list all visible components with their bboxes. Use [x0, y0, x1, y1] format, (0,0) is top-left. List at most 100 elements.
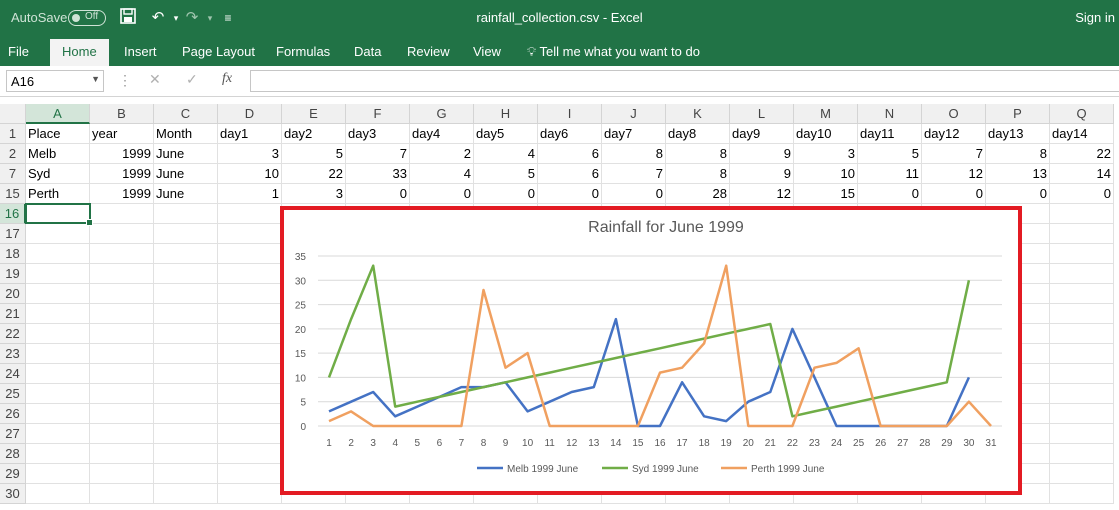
cell-a18[interactable]: [26, 244, 90, 264]
cell-d21[interactable]: [218, 304, 282, 324]
row-header-22[interactable]: 22: [0, 324, 26, 344]
cell-q22[interactable]: [1050, 324, 1114, 344]
row-header-15[interactable]: 15: [0, 184, 26, 204]
cell-p15[interactable]: 0: [986, 184, 1050, 204]
row-header-16[interactable]: 16: [0, 204, 26, 224]
cell-c19[interactable]: [154, 264, 218, 284]
cell-i7[interactable]: 6: [538, 164, 602, 184]
column-header-b[interactable]: B: [90, 104, 154, 124]
cell-d18[interactable]: [218, 244, 282, 264]
cell-b26[interactable]: [90, 404, 154, 424]
cell-q25[interactable]: [1050, 384, 1114, 404]
cell-d7[interactable]: 10: [218, 164, 282, 184]
cell-m15[interactable]: 15: [794, 184, 858, 204]
cell-h15[interactable]: 0: [474, 184, 538, 204]
cell-b1[interactable]: year: [90, 124, 154, 144]
select-all-corner[interactable]: [0, 104, 26, 124]
cell-k1[interactable]: day8: [666, 124, 730, 144]
cell-b25[interactable]: [90, 384, 154, 404]
cell-d28[interactable]: [218, 444, 282, 464]
tab-review[interactable]: Review: [407, 44, 450, 59]
cell-d22[interactable]: [218, 324, 282, 344]
cell-m2[interactable]: 3: [794, 144, 858, 164]
row-header-23[interactable]: 23: [0, 344, 26, 364]
column-header-k[interactable]: K: [666, 104, 730, 124]
cell-c24[interactable]: [154, 364, 218, 384]
cell-p2[interactable]: 8: [986, 144, 1050, 164]
column-header-g[interactable]: G: [410, 104, 474, 124]
cell-h1[interactable]: day5: [474, 124, 538, 144]
cell-a21[interactable]: [26, 304, 90, 324]
cell-d24[interactable]: [218, 364, 282, 384]
cell-c7[interactable]: June: [154, 164, 218, 184]
cell-c22[interactable]: [154, 324, 218, 344]
cell-c2[interactable]: June: [154, 144, 218, 164]
cell-q19[interactable]: [1050, 264, 1114, 284]
cell-i1[interactable]: day6: [538, 124, 602, 144]
cell-g1[interactable]: day4: [410, 124, 474, 144]
cell-q2[interactable]: 22: [1050, 144, 1114, 164]
cell-a25[interactable]: [26, 384, 90, 404]
row-header-30[interactable]: 30: [0, 484, 26, 504]
column-header-a[interactable]: A: [26, 104, 90, 124]
column-header-e[interactable]: E: [282, 104, 346, 124]
cell-a7[interactable]: Syd: [26, 164, 90, 184]
cell-q24[interactable]: [1050, 364, 1114, 384]
cell-q21[interactable]: [1050, 304, 1114, 324]
cell-a28[interactable]: [26, 444, 90, 464]
cell-d16[interactable]: [218, 204, 282, 224]
cell-d26[interactable]: [218, 404, 282, 424]
cell-q16[interactable]: [1050, 204, 1114, 224]
cell-q17[interactable]: [1050, 224, 1114, 244]
cell-e15[interactable]: 3: [282, 184, 346, 204]
cancel-icon[interactable]: ✕: [149, 71, 161, 88]
cell-d19[interactable]: [218, 264, 282, 284]
row-header-29[interactable]: 29: [0, 464, 26, 484]
fill-handle[interactable]: [86, 219, 93, 226]
column-header-q[interactable]: Q: [1050, 104, 1114, 124]
cell-a23[interactable]: [26, 344, 90, 364]
cell-b18[interactable]: [90, 244, 154, 264]
tab-file[interactable]: File: [8, 44, 29, 59]
cell-h7[interactable]: 5: [474, 164, 538, 184]
row-header-18[interactable]: 18: [0, 244, 26, 264]
tab-view[interactable]: View: [473, 44, 501, 59]
cell-d23[interactable]: [218, 344, 282, 364]
cell-e7[interactable]: 22: [282, 164, 346, 184]
cell-b17[interactable]: [90, 224, 154, 244]
cell-d17[interactable]: [218, 224, 282, 244]
cell-b27[interactable]: [90, 424, 154, 444]
column-header-n[interactable]: N: [858, 104, 922, 124]
cell-b28[interactable]: [90, 444, 154, 464]
row-header-27[interactable]: 27: [0, 424, 26, 444]
active-cell-cursor[interactable]: [25, 203, 93, 226]
column-header-p[interactable]: P: [986, 104, 1050, 124]
column-header-f[interactable]: F: [346, 104, 410, 124]
cell-m1[interactable]: day10: [794, 124, 858, 144]
cell-d20[interactable]: [218, 284, 282, 304]
cell-f15[interactable]: 0: [346, 184, 410, 204]
column-header-h[interactable]: H: [474, 104, 538, 124]
cell-k2[interactable]: 8: [666, 144, 730, 164]
cell-o15[interactable]: 0: [922, 184, 986, 204]
cell-c29[interactable]: [154, 464, 218, 484]
cell-k15[interactable]: 28: [666, 184, 730, 204]
cell-b22[interactable]: [90, 324, 154, 344]
row-header-7[interactable]: 7: [0, 164, 26, 184]
cell-q29[interactable]: [1050, 464, 1114, 484]
cell-q27[interactable]: [1050, 424, 1114, 444]
cell-d15[interactable]: 1: [218, 184, 282, 204]
cell-q1[interactable]: day14: [1050, 124, 1114, 144]
cell-q28[interactable]: [1050, 444, 1114, 464]
cell-h2[interactable]: 4: [474, 144, 538, 164]
cell-q15[interactable]: 0: [1050, 184, 1114, 204]
column-header-i[interactable]: I: [538, 104, 602, 124]
cell-l1[interactable]: day9: [730, 124, 794, 144]
cell-c25[interactable]: [154, 384, 218, 404]
cell-b15[interactable]: 1999: [90, 184, 154, 204]
cell-c18[interactable]: [154, 244, 218, 264]
cell-n15[interactable]: 0: [858, 184, 922, 204]
formula-input[interactable]: [250, 70, 1119, 92]
cell-b23[interactable]: [90, 344, 154, 364]
row-header-2[interactable]: 2: [0, 144, 26, 164]
